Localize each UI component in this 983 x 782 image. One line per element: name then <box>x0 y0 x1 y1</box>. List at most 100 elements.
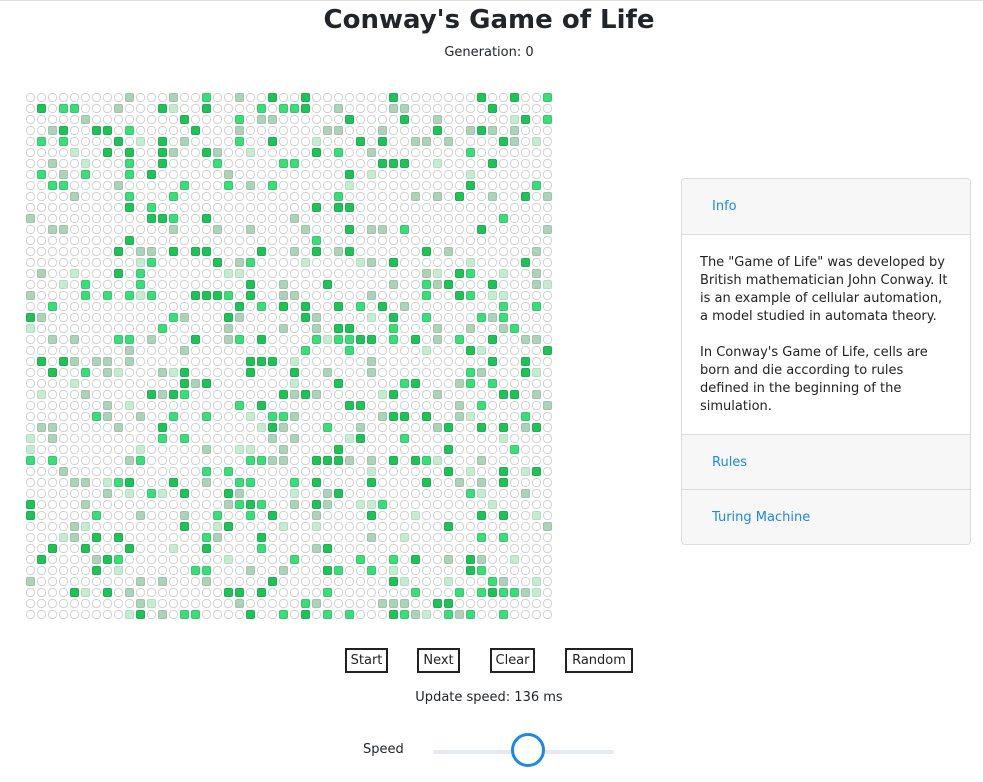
grid-cell[interactable] <box>59 577 68 586</box>
grid-cell-alive[interactable] <box>510 126 519 135</box>
grid-cell[interactable] <box>114 258 123 267</box>
grid-cell-alive[interactable] <box>477 346 486 355</box>
grid-cell[interactable] <box>521 236 530 245</box>
grid-cell-alive[interactable] <box>411 555 420 564</box>
grid-cell[interactable] <box>158 522 167 531</box>
grid-cell[interactable] <box>334 577 343 586</box>
grid-cell[interactable] <box>103 566 112 575</box>
grid-cell[interactable] <box>499 115 508 124</box>
grid-cell[interactable] <box>543 456 552 465</box>
grid-cell-alive[interactable] <box>246 258 255 267</box>
grid-cell[interactable] <box>224 104 233 113</box>
grid-cell[interactable] <box>345 126 354 135</box>
grid-cell[interactable] <box>411 236 420 245</box>
grid-cell[interactable] <box>268 104 277 113</box>
grid-cell[interactable] <box>103 390 112 399</box>
grid-cell[interactable] <box>433 225 442 234</box>
grid-cell[interactable] <box>477 247 486 256</box>
grid-cell[interactable] <box>499 159 508 168</box>
grid-cell[interactable] <box>400 203 409 212</box>
grid-cell-alive[interactable] <box>235 126 244 135</box>
grid-cell[interactable] <box>224 610 233 619</box>
grid-cell[interactable] <box>356 93 365 102</box>
grid-cell[interactable] <box>455 599 464 608</box>
grid-cell[interactable] <box>367 544 376 553</box>
grid-cell[interactable] <box>290 522 299 531</box>
grid-cell[interactable] <box>235 181 244 190</box>
grid-cell[interactable] <box>70 126 79 135</box>
grid-cell[interactable] <box>532 346 541 355</box>
grid-cell[interactable] <box>92 588 101 597</box>
grid-cell[interactable] <box>92 258 101 267</box>
grid-cell[interactable] <box>378 577 387 586</box>
grid-cell[interactable] <box>477 445 486 454</box>
grid-cell-alive[interactable] <box>147 203 156 212</box>
grid-cell[interactable] <box>103 511 112 520</box>
grid-cell[interactable] <box>455 203 464 212</box>
grid-cell[interactable] <box>367 137 376 146</box>
grid-cell[interactable] <box>290 324 299 333</box>
grid-cell[interactable] <box>213 500 222 509</box>
grid-cell-alive[interactable] <box>81 159 90 168</box>
grid-cell-alive[interactable] <box>312 137 321 146</box>
grid-cell-alive[interactable] <box>202 104 211 113</box>
grid-cell[interactable] <box>488 302 497 311</box>
grid-cell-alive[interactable] <box>345 610 354 619</box>
grid-cell-alive[interactable] <box>235 258 244 267</box>
grid-cell[interactable] <box>136 192 145 201</box>
grid-cell[interactable] <box>180 247 189 256</box>
grid-cell[interactable] <box>400 401 409 410</box>
grid-cell-alive[interactable] <box>136 247 145 256</box>
grid-cell[interactable] <box>158 269 167 278</box>
grid-cell[interactable] <box>466 478 475 487</box>
grid-cell-alive[interactable] <box>169 225 178 234</box>
grid-cell-alive[interactable] <box>488 192 497 201</box>
grid-cell[interactable] <box>400 181 409 190</box>
grid-cell[interactable] <box>26 269 35 278</box>
grid-cell[interactable] <box>455 302 464 311</box>
grid-cell[interactable] <box>356 346 365 355</box>
grid-cell[interactable] <box>477 170 486 179</box>
grid-cell[interactable] <box>378 148 387 157</box>
grid-cell[interactable] <box>202 203 211 212</box>
grid-cell[interactable] <box>532 555 541 564</box>
grid-cell-alive[interactable] <box>70 379 79 388</box>
grid-cell[interactable] <box>521 566 530 575</box>
grid-cell[interactable] <box>521 401 530 410</box>
grid-cell-alive[interactable] <box>499 269 508 278</box>
grid-cell[interactable] <box>235 148 244 157</box>
grid-cell[interactable] <box>103 544 112 553</box>
grid-cell[interactable] <box>70 258 79 267</box>
grid-cell[interactable] <box>422 467 431 476</box>
grid-cell-alive[interactable] <box>334 445 343 454</box>
grid-cell[interactable] <box>400 170 409 179</box>
grid-cell[interactable] <box>59 401 68 410</box>
grid-cell-alive[interactable] <box>279 104 288 113</box>
grid-cell-alive[interactable] <box>180 511 189 520</box>
grid-cell-alive[interactable] <box>290 478 299 487</box>
grid-cell-alive[interactable] <box>433 280 442 289</box>
grid-cell-alive[interactable] <box>158 137 167 146</box>
grid-cell-alive[interactable] <box>301 346 310 355</box>
grid-cell[interactable] <box>114 500 123 509</box>
grid-cell[interactable] <box>37 148 46 157</box>
grid-cell[interactable] <box>191 412 200 421</box>
grid-cell[interactable] <box>422 159 431 168</box>
grid-cell-alive[interactable] <box>37 269 46 278</box>
grid-cell[interactable] <box>411 280 420 289</box>
grid-cell[interactable] <box>532 357 541 366</box>
grid-cell-alive[interactable] <box>48 423 57 432</box>
grid-cell[interactable] <box>334 555 343 564</box>
grid-cell[interactable] <box>191 401 200 410</box>
grid-cell[interactable] <box>26 302 35 311</box>
grid-cell[interactable] <box>191 181 200 190</box>
grid-cell[interactable] <box>411 566 420 575</box>
grid-cell[interactable] <box>158 412 167 421</box>
grid-cell[interactable] <box>202 434 211 443</box>
grid-cell-alive[interactable] <box>334 192 343 201</box>
grid-cell-alive[interactable] <box>356 258 365 267</box>
grid-cell-alive[interactable] <box>466 269 475 278</box>
grid-cell[interactable] <box>466 214 475 223</box>
grid-cell[interactable] <box>158 313 167 322</box>
grid-cell[interactable] <box>169 258 178 267</box>
